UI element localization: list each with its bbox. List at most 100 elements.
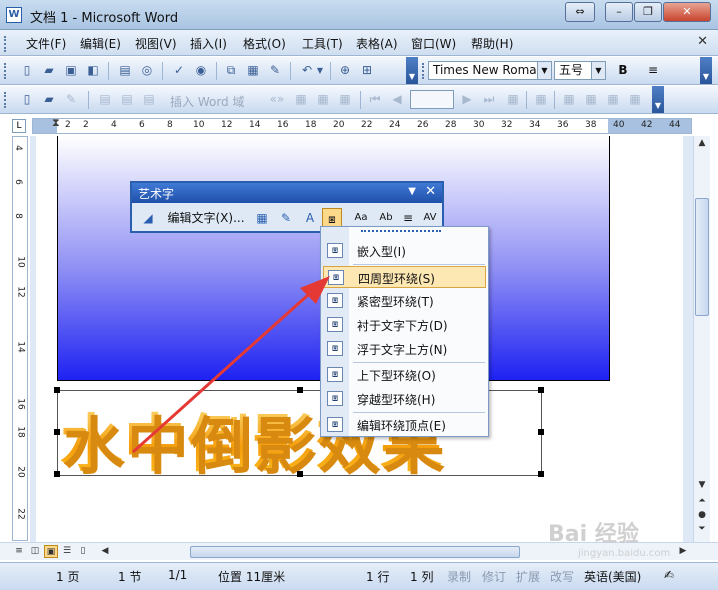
menu-item-square[interactable]: ⧆ 四周型环绕(S) xyxy=(323,266,486,288)
character-spacing-icon[interactable]: AV xyxy=(420,208,440,228)
next-record-icon[interactable]: ▶ xyxy=(458,91,476,108)
close-document-button[interactable]: ✕ xyxy=(697,34,708,49)
scroll-right-icon[interactable]: ▶ xyxy=(676,545,690,558)
resize-handle[interactable] xyxy=(538,387,544,393)
paste-icon[interactable]: ▦ xyxy=(244,62,262,79)
indent-marker-icon[interactable]: ⧗ xyxy=(52,116,60,130)
menu-item-in-front-of-text[interactable]: ⧆ 浮于文字上方(N) xyxy=(323,338,486,360)
menu-item-edit-wrap-points[interactable]: ⧆ 编辑环绕顶点(E) xyxy=(323,414,486,436)
menu-file[interactable]: 文件(F) xyxy=(26,35,66,52)
save-icon[interactable]: ▣ xyxy=(62,62,80,79)
formatting-toolbar-grip[interactable] xyxy=(422,63,425,79)
print-preview-icon[interactable]: ◎ xyxy=(138,62,156,79)
insert-wordart-icon[interactable]: ◢ xyxy=(138,208,158,228)
menu-item-top-bottom[interactable]: ⧆ 上下型环绕(O) xyxy=(323,364,486,386)
font-size-combo[interactable]: 五号 ▼ xyxy=(554,61,606,80)
spelling-icon[interactable]: ✓ xyxy=(170,62,188,79)
menu-format[interactable]: 格式(O) xyxy=(243,35,286,52)
hyperlink-icon[interactable]: ⊕ xyxy=(336,62,354,79)
resize-handle[interactable] xyxy=(538,471,544,477)
status-language[interactable]: 英语(美国) xyxy=(584,568,641,585)
web-layout-view-icon[interactable]: ◫ xyxy=(28,545,42,558)
close-window-button[interactable]: ✕ xyxy=(663,2,711,22)
wordart-shape-icon[interactable]: A xyxy=(300,208,320,228)
highlight-fields-icon[interactable]: ▦ xyxy=(292,91,310,108)
format-painter-icon[interactable]: ✎ xyxy=(266,62,284,79)
resize-handle[interactable] xyxy=(538,429,544,435)
menu-item-inline[interactable]: ⧆ 嵌入型(I) xyxy=(323,240,486,262)
menu-item-through[interactable]: ⧆ 穿越型环绕(H) xyxy=(323,388,486,410)
menu-item-behind-text[interactable]: ⧆ 衬于文字下方(D) xyxy=(323,314,486,336)
vertical-scrollbar[interactable]: ▲ ▼ ⏶ ● ⏷ xyxy=(693,136,710,542)
scroll-up-icon[interactable]: ▲ xyxy=(696,138,708,148)
status-overtype[interactable]: 改写 xyxy=(550,568,574,585)
undo-dropdown-icon[interactable]: ▼ xyxy=(315,62,325,79)
horizontal-scroll-thumb[interactable] xyxy=(190,546,520,558)
menu-window[interactable]: 窗口(W) xyxy=(411,35,456,52)
toolbar-options-chevron-icon[interactable]: ▼ xyxy=(406,57,418,84)
previous-page-icon[interactable]: ⏶ xyxy=(696,496,708,506)
wordart-toolbar-titlebar[interactable]: 艺术字 ▼ ✕ xyxy=(132,183,442,203)
print-icon[interactable]: ▤ xyxy=(116,62,134,79)
resize-handle[interactable] xyxy=(297,471,303,477)
insert-merge-fields-icon[interactable]: ▤ xyxy=(140,91,158,108)
toolbar-grip[interactable] xyxy=(4,92,7,108)
chevron-down-icon[interactable]: ▼ xyxy=(591,62,605,79)
toolbar-options-chevron-icon[interactable]: ▼ xyxy=(700,57,712,84)
text-wrapping-icon[interactable]: ⧆ xyxy=(322,208,342,228)
toolbar-options-chevron-icon[interactable]: ▼ xyxy=(652,86,664,113)
record-number-field[interactable] xyxy=(410,90,454,109)
resize-handle[interactable] xyxy=(297,387,303,393)
align-center-icon[interactable]: ≡ xyxy=(644,62,662,79)
merge-to-email-icon[interactable]: ▦ xyxy=(604,91,622,108)
outline-view-icon[interactable]: ☰ xyxy=(60,545,74,558)
edit-text-button[interactable]: 编辑文字(X)... xyxy=(166,208,246,228)
font-name-combo[interactable]: Times New Roman ▼ xyxy=(428,61,552,80)
minimize-button[interactable]: – xyxy=(605,2,633,22)
alignment-icon[interactable]: ≡ xyxy=(398,208,418,228)
menu-view[interactable]: 视图(V) xyxy=(135,35,177,52)
resize-handle[interactable] xyxy=(54,429,60,435)
view-merged-data-icon[interactable]: «» xyxy=(268,91,286,108)
close-icon[interactable]: ✕ xyxy=(425,184,436,199)
table-icon[interactable]: ⊞ xyxy=(358,62,376,79)
toolbar-options-icon[interactable]: ▼ xyxy=(408,186,416,197)
reading-layout-view-icon[interactable]: ▯ xyxy=(76,545,90,558)
previous-record-icon[interactable]: ◀ xyxy=(388,91,406,108)
next-page-icon[interactable]: ⏷ xyxy=(696,524,708,534)
spelling-status-icon[interactable]: ✍ xyxy=(664,568,674,582)
normal-view-icon[interactable]: ≡ xyxy=(12,545,26,558)
merge-to-fax-icon[interactable]: ▦ xyxy=(626,91,644,108)
restore-toggle-button[interactable]: ⇔ xyxy=(565,2,595,22)
find-entry-icon[interactable]: ▦ xyxy=(504,91,522,108)
toolbar-grip[interactable] xyxy=(4,63,7,79)
new-document-icon[interactable]: ▯ xyxy=(18,62,36,79)
scroll-down-icon[interactable]: ▼ xyxy=(696,480,708,490)
permission-icon[interactable]: ◧ xyxy=(84,62,102,79)
copy-icon[interactable]: ⧉ xyxy=(222,62,240,79)
vertical-ruler[interactable]: 4 6 8 10 12 14 16 18 20 22 xyxy=(12,136,28,541)
word-app-icon[interactable]: W xyxy=(6,7,22,23)
bold-button[interactable]: B xyxy=(614,62,632,79)
vertical-text-icon[interactable]: Ab xyxy=(376,208,396,228)
status-record-macro[interactable]: 录制 xyxy=(447,568,471,585)
merge-to-document-icon[interactable]: ▦ xyxy=(560,91,578,108)
undo-icon[interactable]: ↶ xyxy=(298,62,316,79)
chevron-down-icon[interactable]: ▼ xyxy=(537,62,551,79)
match-fields-icon[interactable]: ▦ xyxy=(314,91,332,108)
tab-selector[interactable]: L xyxy=(12,119,26,133)
insert-greeting-icon[interactable]: ▤ xyxy=(118,91,136,108)
same-letter-heights-icon[interactable]: Aa xyxy=(350,208,372,228)
scroll-left-icon[interactable]: ◀ xyxy=(98,545,112,558)
propagate-labels-icon[interactable]: ▦ xyxy=(336,91,354,108)
insert-word-field-label[interactable]: 插入 Word 域 xyxy=(170,93,244,110)
select-browse-object-icon[interactable]: ● xyxy=(696,510,708,520)
menu-help[interactable]: 帮助(H) xyxy=(471,35,513,52)
horizontal-ruler[interactable]: ⧗ 2 2 4 6 8 10 12 14 16 18 20 22 24 26 2… xyxy=(32,116,692,134)
menu-edit[interactable]: 编辑(E) xyxy=(80,35,121,52)
menu-tools[interactable]: 工具(T) xyxy=(302,35,343,52)
open-folder-icon[interactable]: ▰ xyxy=(40,62,58,79)
status-extend[interactable]: 扩展 xyxy=(516,568,540,585)
print-layout-view-icon[interactable]: ▣ xyxy=(44,545,58,558)
insert-address-block-icon[interactable]: ▤ xyxy=(96,91,114,108)
